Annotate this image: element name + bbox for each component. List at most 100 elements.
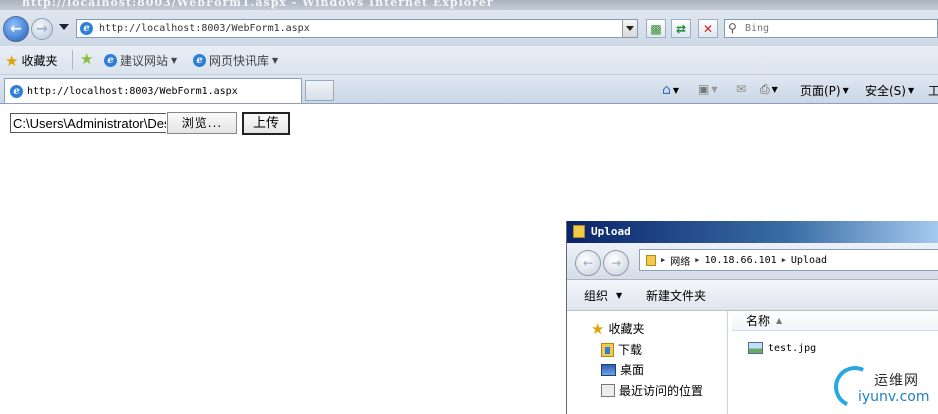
arrow-right-icon: → (610, 256, 622, 270)
breadcrumb-chevron-icon[interactable]: ▶ (661, 256, 665, 264)
browser-window-title: http://localhost:8003/WebForm1.aspx - Wi… (22, 0, 494, 9)
sort-ascending-icon: ▲ (776, 316, 783, 325)
address-bar[interactable]: e (76, 19, 638, 38)
nav-recent-places-label: 最近访问的位置 (619, 384, 704, 398)
breadcrumb-chevron-icon[interactable]: ▶ (782, 256, 786, 264)
tools-menu[interactable]: 工 (928, 82, 938, 99)
favorites-bar: ★ 收藏夹 ★ e 建议网站 ▼ e 网页快讯库 ▼ (0, 46, 938, 75)
arrow-left-icon: ← (582, 256, 594, 270)
refresh-button[interactable]: ⇄ (671, 19, 691, 38)
tab-title: http://localhost:8003/WebForm1.aspx (27, 85, 238, 97)
forward-button[interactable]: → (31, 18, 53, 40)
explorer-navigation-pane: ★ 收藏夹 下载 桌面 最近访问的位置 (567, 311, 728, 414)
history-dropdown-icon[interactable] (59, 24, 69, 30)
compatibility-view-button[interactable]: ▩ (646, 19, 666, 38)
new-tab-button[interactable] (305, 80, 334, 101)
breadcrumb-host[interactable]: 10.18.66.101 (704, 255, 776, 266)
organize-label: 组织 (584, 289, 609, 303)
explorer-title-bar[interactable]: Upload (567, 221, 938, 243)
chevron-down-icon: ▼ (616, 291, 623, 300)
organize-button[interactable]: 组织 ▼ (584, 287, 622, 304)
tab-webform1[interactable]: e http://localhost:8003/WebForm1.aspx (4, 78, 302, 103)
printer-icon: ⎙ (760, 82, 770, 96)
suggested-sites-label: 建议网站 (120, 54, 169, 68)
compatibility-icon: ▩ (650, 21, 662, 36)
desktop-icon (601, 363, 616, 376)
favorites-button[interactable]: ★ 收藏夹 (5, 52, 57, 69)
page-menu-label: 页面(P) (800, 84, 841, 98)
nav-desktop[interactable]: 桌面 (601, 361, 644, 378)
tools-menu-label: 工 (928, 84, 938, 98)
back-button[interactable]: ← (3, 16, 29, 42)
explorer-back-button[interactable]: ← (575, 250, 601, 276)
explorer-forward-button[interactable]: → (603, 250, 629, 276)
chevron-down-icon: ▼ (272, 56, 279, 65)
ie-page-icon: e (193, 54, 206, 67)
watermark-text-en: iyunv.com (858, 389, 930, 405)
refresh-icon: ⇄ (675, 21, 687, 36)
breadcrumb-chevron-icon[interactable]: ▶ (695, 256, 699, 264)
new-folder-button[interactable]: 新建文件夹 (646, 287, 706, 304)
search-input[interactable] (745, 21, 925, 36)
ie-page-icon: e (104, 54, 117, 67)
image-file-icon (748, 342, 763, 354)
ie-page-icon: e (80, 22, 93, 35)
nav-downloads[interactable]: 下载 (601, 341, 642, 358)
safety-menu-label: 安全(S) (865, 84, 906, 98)
tab-row: e http://localhost:8003/WebForm1.aspx ⌂ … (0, 75, 938, 104)
search-icon: ⚲ (728, 21, 737, 35)
read-mail-button[interactable]: ✉ (736, 82, 746, 96)
address-row: ← → e ▩ ⇄ ✕ ⚲ (0, 10, 938, 46)
stop-button[interactable]: ✕ (698, 19, 718, 38)
chevron-down-icon: ▼ (672, 85, 680, 95)
add-favorite-button[interactable]: ★ (80, 50, 94, 68)
watermark-logo: 运维网 iyunv.com (822, 360, 938, 414)
suggested-sites-link[interactable]: e 建议网站 ▼ (104, 52, 177, 69)
print-button[interactable]: ⎙ ▼ (760, 82, 778, 97)
file-item[interactable]: test.jpg (748, 342, 816, 354)
network-folder-icon (646, 254, 656, 266)
add-favorite-icon: ★ (80, 50, 94, 68)
nav-favorites[interactable]: ★ 收藏夹 (591, 320, 644, 337)
nav-recent-places[interactable]: 最近访问的位置 (601, 382, 703, 399)
downloads-icon (601, 342, 614, 357)
nav-downloads-label: 下载 (618, 343, 643, 357)
favorites-divider (72, 50, 73, 70)
chevron-down-icon: ▼ (771, 85, 778, 94)
browse-button[interactable]: 浏览... (167, 112, 237, 134)
home-icon: ⌂ (662, 82, 671, 98)
search-box[interactable]: ⚲ (724, 19, 938, 38)
column-header-name[interactable]: 名称 ▲ (732, 311, 938, 331)
breadcrumb-upload[interactable]: Upload (791, 255, 827, 266)
chevron-down-icon: ▼ (171, 56, 178, 65)
page-menu[interactable]: 页面(P) ▼ (800, 82, 849, 99)
new-folder-label: 新建文件夹 (646, 289, 707, 303)
watermark-text-cn: 运维网 (874, 373, 919, 389)
web-slice-gallery-link[interactable]: e 网页快讯库 ▼ (193, 52, 278, 69)
file-path-input[interactable] (10, 113, 166, 133)
nav-favorites-label: 收藏夹 (608, 322, 645, 336)
address-dropdown-button[interactable] (622, 20, 637, 37)
explorer-toolbar: 组织 ▼ 新建文件夹 (567, 280, 938, 311)
star-icon: ★ (591, 319, 605, 338)
explorer-title: Upload (591, 225, 631, 238)
breadcrumb-network[interactable]: 网络 (670, 253, 690, 268)
star-icon: ★ (5, 51, 19, 70)
explorer-nav-bar: ← → ▶ 网络 ▶ 10.18.66.101 ▶ Upload (567, 243, 938, 280)
close-icon: ✕ (702, 21, 714, 36)
mail-icon: ✉ (736, 82, 747, 96)
upload-button[interactable]: 上传 (242, 112, 290, 135)
address-input[interactable] (99, 21, 619, 36)
explorer-breadcrumb[interactable]: ▶ 网络 ▶ 10.18.66.101 ▶ Upload (639, 249, 938, 271)
home-button[interactable]: ⌂ ▼ (662, 82, 679, 98)
chevron-down-icon: ▼ (711, 84, 718, 94)
safety-menu[interactable]: 安全(S) ▼ (865, 82, 914, 99)
chevron-down-icon: ▼ (907, 86, 915, 95)
nav-desktop-label: 桌面 (620, 363, 645, 377)
feeds-button[interactable]: ▣ ▼ (698, 82, 718, 96)
browser-title-bar: http://localhost:8003/WebForm1.aspx - Wi… (0, 0, 938, 10)
ie-page-icon: e (10, 84, 23, 98)
column-name-label: 名称 (746, 314, 771, 328)
web-slice-gallery-label: 网页快讯库 (209, 54, 270, 68)
favorites-label: 收藏夹 (21, 54, 58, 68)
